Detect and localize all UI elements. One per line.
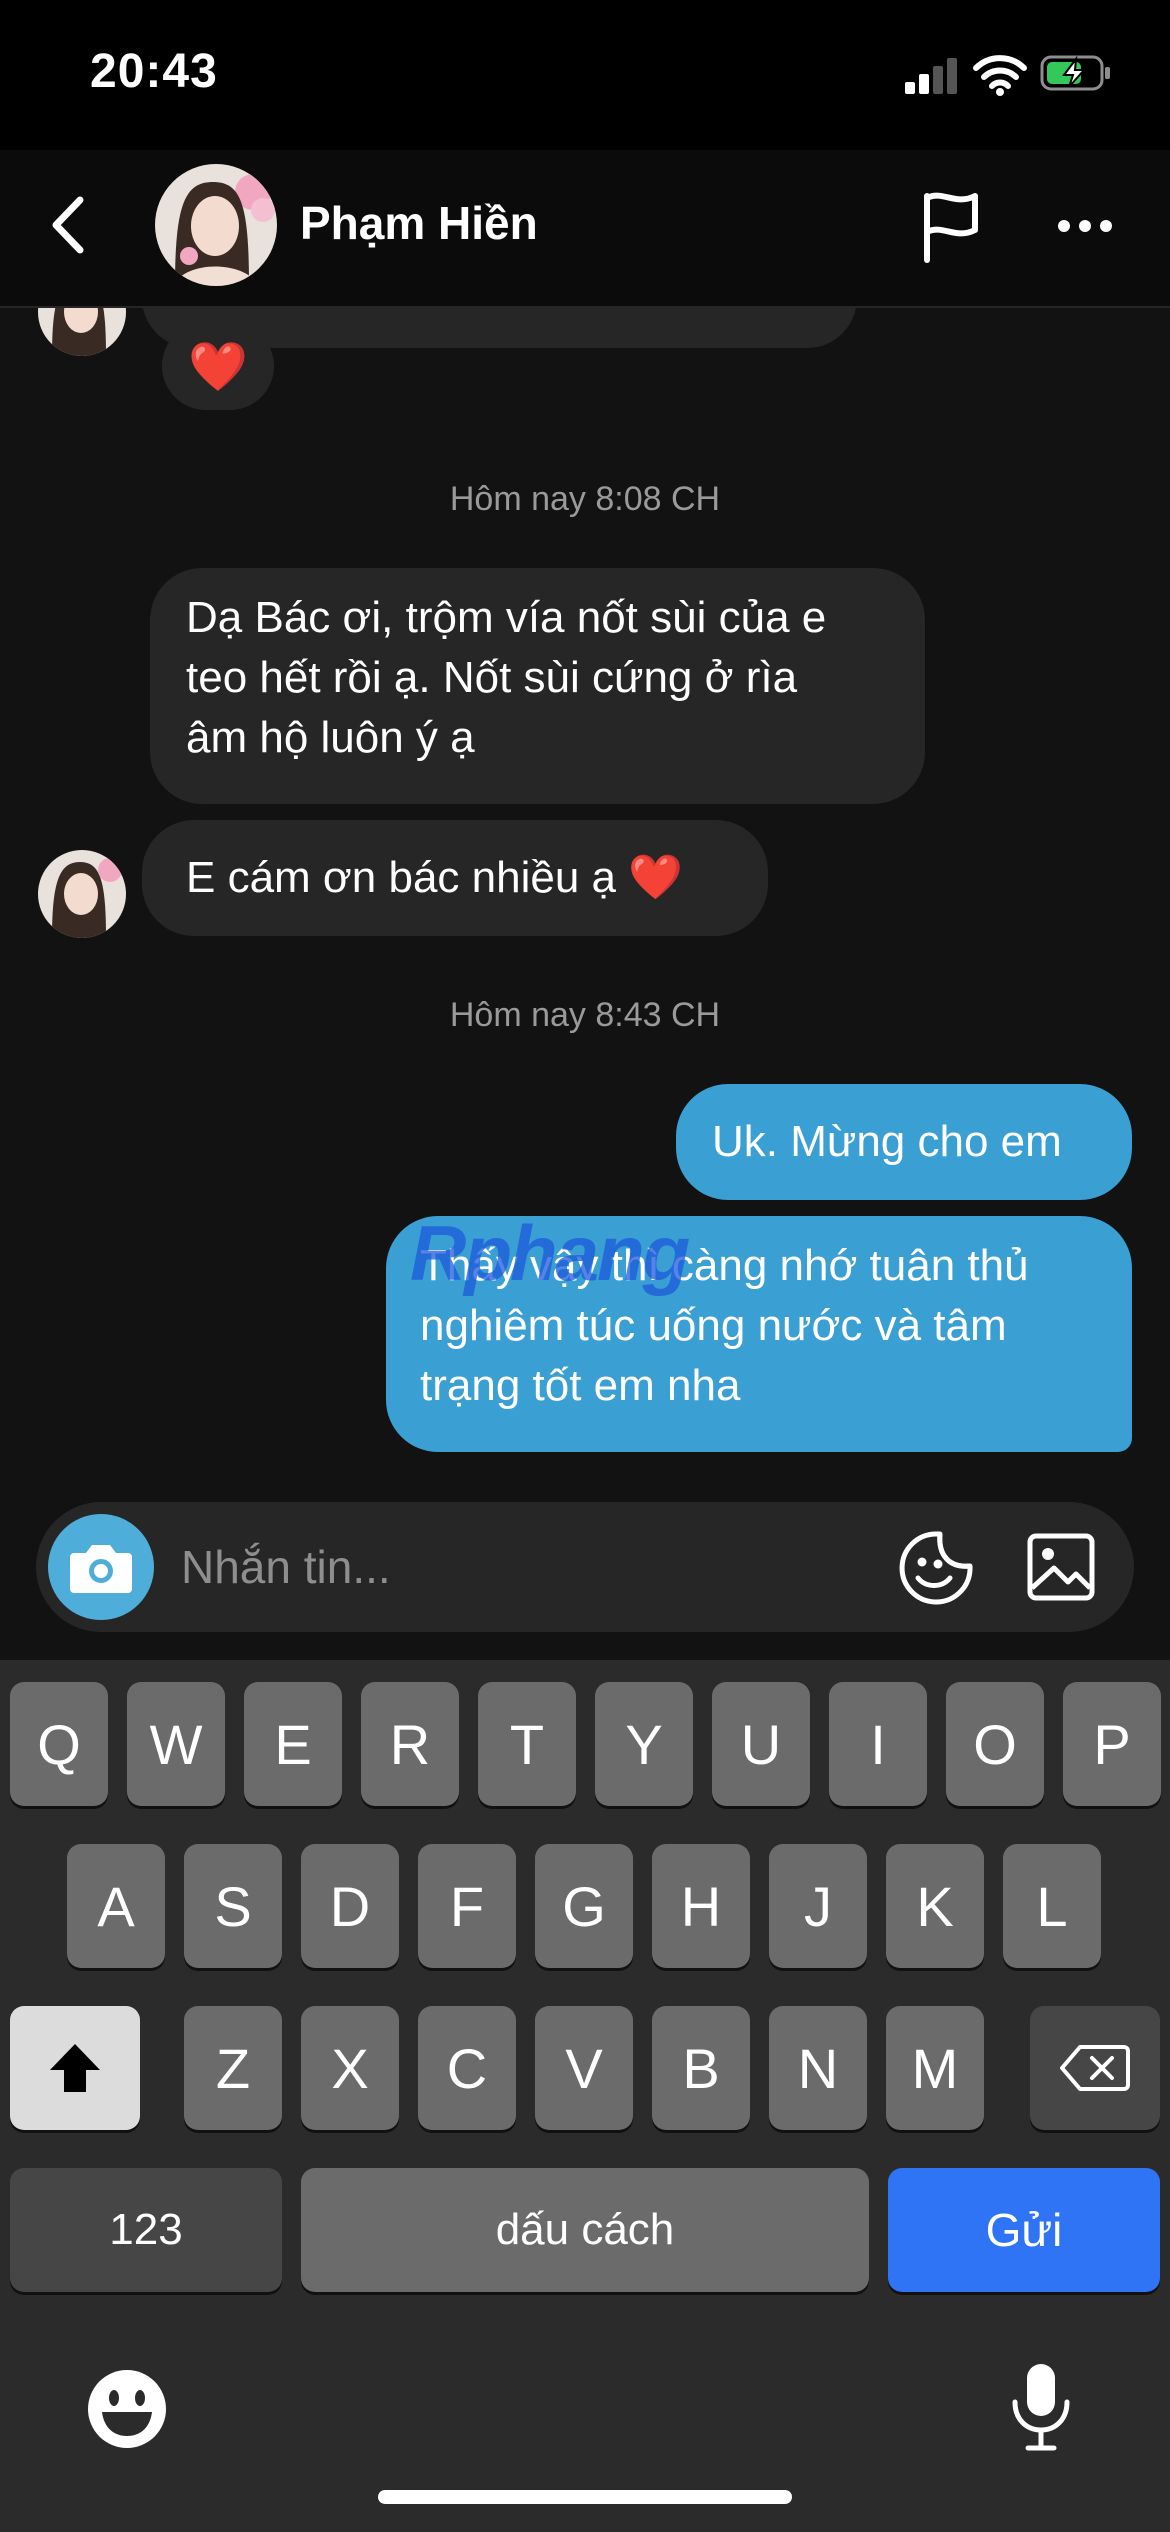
chat-header: Phạm Hiền <box>0 150 1170 308</box>
message-line: nghiêm túc uống nước và tâm <box>420 1301 1007 1350</box>
timestamp: Hôm nay 8:43 CH <box>449 996 721 1034</box>
message-text: E cám ơn bác nhiều ạ ❤️ <box>186 853 683 902</box>
shift-key[interactable] <box>10 2006 140 2130</box>
key-c[interactable]: C <box>418 2006 516 2130</box>
message-line: teo hết rồi ạ. Nốt sùi cứng ở rìa <box>186 653 798 702</box>
wifi-icon <box>973 55 1027 96</box>
key-f[interactable]: F <box>418 1844 516 1968</box>
key-z[interactable]: Z <box>184 2006 282 2130</box>
key-x[interactable]: X <box>301 2006 399 2130</box>
contact-avatar[interactable] <box>155 164 277 286</box>
key-e[interactable]: E <box>244 1682 342 1806</box>
numbers-key[interactable]: 123 <box>10 2168 282 2292</box>
message-line: âm hộ luôn ý ạ <box>186 713 475 762</box>
message-line: Dạ Bác ơi, trộm vía nốt sùi của e <box>186 593 827 642</box>
sender-avatar[interactable] <box>38 850 126 938</box>
message-composer <box>36 1502 1134 1632</box>
incoming-message[interactable]: E cám ơn bác nhiều ạ ❤️ <box>142 820 768 936</box>
key-n[interactable]: N <box>769 2006 867 2130</box>
key-o[interactable]: O <box>946 1682 1044 1806</box>
message-text: Uk. Mừng cho em <box>712 1117 1062 1166</box>
key-j[interactable]: J <box>769 1844 867 1968</box>
key-m[interactable]: M <box>886 2006 984 2130</box>
camera-icon <box>70 1545 132 1593</box>
message-input[interactable] <box>181 1532 881 1602</box>
key-t[interactable]: T <box>478 1682 576 1806</box>
key-b[interactable]: B <box>652 2006 750 2130</box>
key-l[interactable]: L <box>1003 1844 1101 1968</box>
key-r[interactable]: R <box>361 1682 459 1806</box>
key-i[interactable]: I <box>829 1682 927 1806</box>
timestamp: Hôm nay 8:08 CH <box>449 480 721 518</box>
incoming-message[interactable]: Dạ Bác ơi, trộm vía nốt sùi của e teo hế… <box>150 568 925 804</box>
key-g[interactable]: G <box>535 1844 633 1968</box>
backspace-icon <box>1060 2045 1130 2091</box>
key-v[interactable]: V <box>535 2006 633 2130</box>
microphone-icon[interactable] <box>1010 2362 1072 2452</box>
watermark-logo: Rphang <box>410 1209 690 1297</box>
battery-charging-icon <box>1040 55 1110 91</box>
status-time: 20:43 <box>90 45 218 98</box>
heart-emoji: ❤️ <box>188 340 248 394</box>
key-d[interactable]: D <box>301 1844 399 1968</box>
cellular-signal-icon <box>905 58 957 94</box>
key-s[interactable]: S <box>184 1844 282 1968</box>
key-u[interactable]: U <box>712 1682 810 1806</box>
home-indicator[interactable] <box>378 2490 792 2504</box>
camera-button[interactable] <box>48 1514 154 1620</box>
report-flag-icon[interactable] <box>915 188 985 264</box>
message-list[interactable]: ❤️ Hôm nay 8:08 CH Dạ Bác ơi, trộm vía n… <box>0 308 1170 1500</box>
key-p[interactable]: P <box>1063 1682 1161 1806</box>
sticker-icon[interactable] <box>898 1530 974 1606</box>
key-q[interactable]: Q <box>10 1682 108 1806</box>
shift-arrow-icon <box>50 2044 100 2092</box>
key-w[interactable]: W <box>127 1682 225 1806</box>
key-a[interactable]: A <box>67 1844 165 1968</box>
back-arrow-icon[interactable] <box>40 190 100 260</box>
key-k[interactable]: K <box>886 1844 984 1968</box>
heart-reaction[interactable]: ❤️ <box>162 322 274 410</box>
key-h[interactable]: H <box>652 1844 750 1968</box>
contact-name[interactable]: Phạm Hiền <box>300 196 538 250</box>
more-options-icon[interactable] <box>1050 200 1120 250</box>
message-line: trạng tốt em nha <box>420 1361 741 1410</box>
gallery-icon[interactable] <box>1026 1532 1096 1602</box>
space-key[interactable]: dấu cách <box>301 2168 869 2292</box>
emoji-icon[interactable] <box>86 2368 168 2450</box>
on-screen-keyboard: Q W E R T Y U I O P A S D F G H J K L Z … <box>0 1660 1170 2532</box>
outgoing-message[interactable]: Uk. Mừng cho em <box>676 1084 1132 1200</box>
send-key[interactable]: Gửi <box>888 2168 1160 2292</box>
status-bar: 20:43 <box>0 0 1170 150</box>
backspace-key[interactable] <box>1030 2006 1160 2130</box>
sender-avatar[interactable] <box>38 308 126 356</box>
key-y[interactable]: Y <box>595 1682 693 1806</box>
